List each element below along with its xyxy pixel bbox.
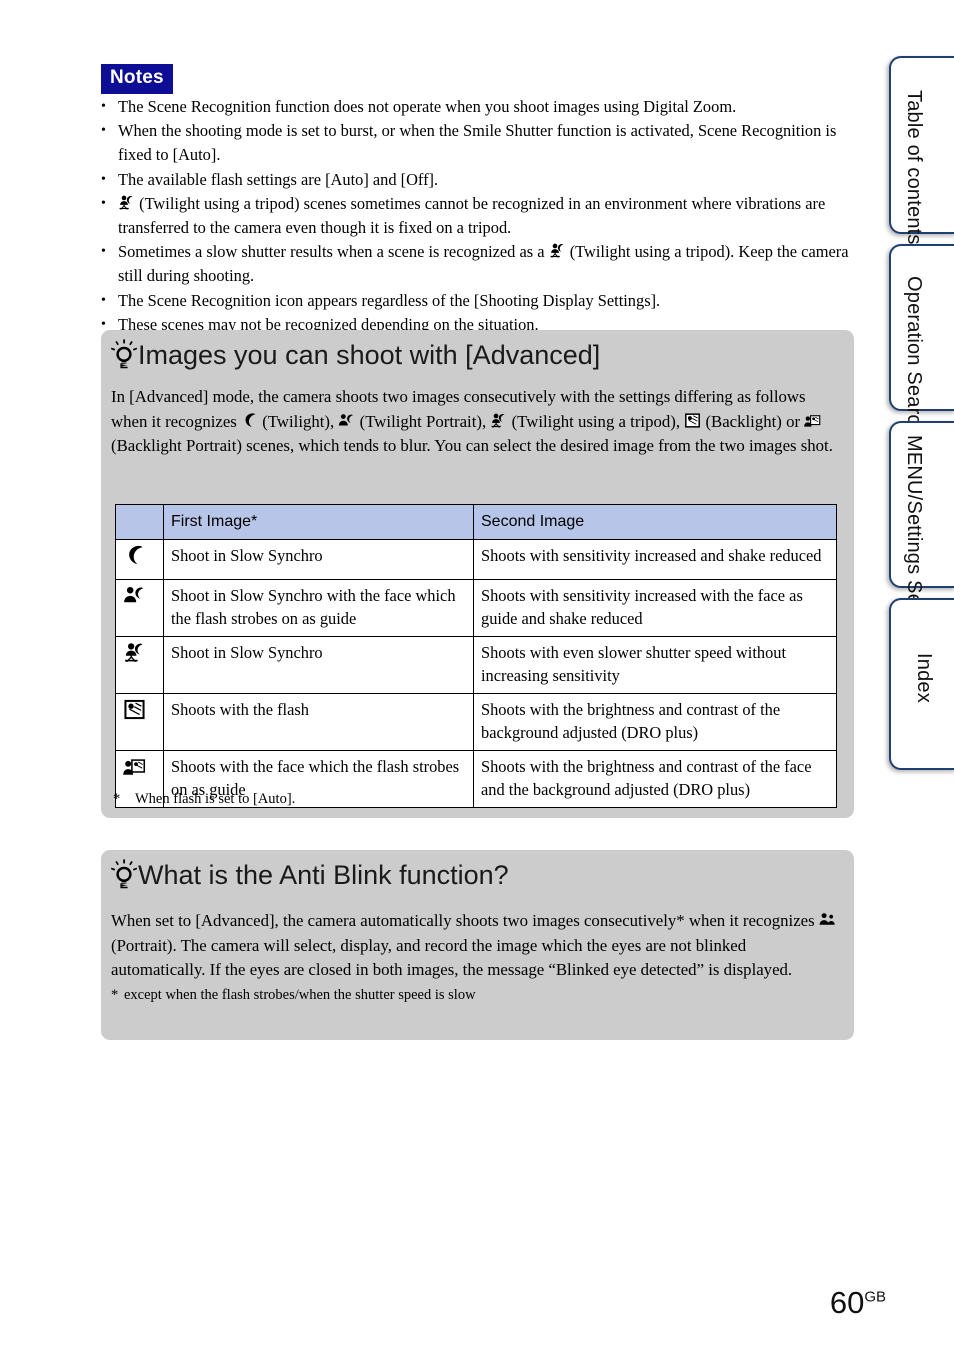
twilight-tripod-icon bbox=[490, 412, 507, 429]
label-backlight: (Backlight) or bbox=[705, 411, 801, 431]
list-item: • (Twilight using a tripod) scenes somet… bbox=[99, 192, 856, 240]
cell-first-image: Shoot in Slow Synchro bbox=[163, 635, 474, 694]
label-twilight-portrait: (Twilight Portrait), bbox=[359, 411, 487, 431]
portrait-icon bbox=[819, 911, 836, 928]
row-icon-cell bbox=[115, 578, 164, 637]
table-row: Shoots with the flash Shoots with the br… bbox=[115, 692, 837, 751]
backlight-portrait-icon bbox=[123, 755, 146, 778]
footnote-text: When flash is set to [Auto]. bbox=[135, 791, 296, 807]
document-page: Notes • The Scene Recognition function d… bbox=[0, 0, 954, 1372]
bullet-marker: • bbox=[101, 171, 106, 187]
label-twilight: (Twilight), bbox=[262, 411, 335, 431]
footnote-text: except when the flash strobes/when the s… bbox=[124, 986, 476, 1003]
twilight-icon bbox=[123, 544, 146, 567]
list-item: • Sometimes a slow shutter results when … bbox=[99, 240, 856, 288]
bullet-marker: • bbox=[101, 123, 106, 139]
twilight-portrait-icon bbox=[123, 584, 146, 607]
antiblink-info-panel: What is the Anti Blink function? When se… bbox=[101, 850, 854, 1040]
note-text: The available flash settings are [Auto] … bbox=[118, 169, 439, 189]
twilight-icon bbox=[241, 412, 258, 429]
list-item: • The Scene Recognition icon appears reg… bbox=[99, 289, 856, 313]
column-header-first-image: First Image* bbox=[163, 504, 474, 540]
notes-badge: Notes bbox=[101, 64, 173, 94]
list-item: • The Scene Recognition function does no… bbox=[99, 95, 856, 119]
row-icon-cell bbox=[115, 692, 164, 751]
backlight-portrait-icon bbox=[804, 412, 821, 429]
page-number-value: 60 bbox=[829, 1285, 865, 1320]
note-text: When the shooting mode is set to burst, … bbox=[118, 121, 837, 165]
table-header-row: First Image* Second Image bbox=[115, 504, 837, 540]
note-text: The Scene Recognition function does not … bbox=[118, 97, 737, 116]
bullet-marker: • bbox=[101, 292, 106, 308]
antiblink-footnote: * except when the flash strobes/when the … bbox=[111, 985, 836, 1006]
cell-second-image: Shoots with even slower shutter speed wi… bbox=[473, 635, 837, 694]
sidebar-item-menu-settings-search[interactable]: MENU/Settings Search bbox=[889, 421, 954, 645]
table-row: Shoot in Slow Synchro Shoots with sensit… bbox=[115, 539, 837, 580]
label-twilight-tripod: (Twilight using a tripod), bbox=[511, 411, 681, 431]
advanced-panel-heading-text: Images you can shoot with [Advanced] bbox=[138, 340, 601, 370]
cell-second-image: Shoots with sensitivity increased with t… bbox=[473, 578, 837, 637]
note-text: The Scene Recognition icon appears regar… bbox=[118, 290, 661, 310]
label-backlight-portrait: (Backlight Portrait) scenes, which tends… bbox=[111, 436, 431, 455]
list-item: • The available flash settings are [Auto… bbox=[99, 168, 856, 192]
column-header-icon bbox=[115, 504, 164, 540]
table-row: Shoot in Slow Synchro Shoots with even s… bbox=[115, 635, 837, 694]
advanced-panel-heading: Images you can shoot with [Advanced] bbox=[111, 338, 846, 372]
body-text-part2: You can select the desired image from th… bbox=[434, 436, 833, 455]
twilight-tripod-icon bbox=[549, 242, 566, 259]
twilight-tripod-icon bbox=[118, 194, 135, 211]
backlight-icon bbox=[684, 412, 701, 429]
table-row: Shoot in Slow Synchro with the face whic… bbox=[115, 578, 837, 637]
cell-first-image: Shoot in Slow Synchro with the face whic… bbox=[163, 578, 474, 637]
footnote-marker: * bbox=[113, 791, 121, 807]
cell-first-image: Shoots with the flash bbox=[163, 692, 474, 751]
note-text: Sometimes a slow shutter results when a … bbox=[118, 242, 545, 262]
row-icon-cell bbox=[115, 539, 164, 580]
label-portrait: (Portrait). The camera will select, disp… bbox=[111, 935, 793, 980]
cell-second-image: Shoots with sensitivity increased and sh… bbox=[473, 539, 837, 580]
sidebar-item-table-of-contents[interactable]: Table of contents bbox=[889, 56, 954, 245]
backlight-icon bbox=[123, 698, 146, 721]
tab-label: Index bbox=[913, 653, 935, 703]
footnote-marker: * bbox=[111, 986, 119, 1003]
tab-label: Operation Search bbox=[903, 276, 925, 436]
sidebar-item-index[interactable]: Index bbox=[889, 598, 954, 770]
antiblink-panel-heading: What is the Anti Blink function? bbox=[111, 858, 846, 892]
side-navigation-tabs: Table of contents Operation Search MENU/… bbox=[886, 0, 954, 1372]
bullet-marker: • bbox=[101, 99, 106, 114]
row-icon-cell bbox=[115, 635, 164, 694]
antiblink-panel-heading-text: What is the Anti Blink function? bbox=[138, 860, 509, 890]
page-number-suffix: GB bbox=[864, 1288, 886, 1306]
column-header-second-image: Second Image bbox=[473, 504, 837, 540]
lightbulb-icon bbox=[111, 339, 137, 369]
lightbulb-icon bbox=[111, 859, 137, 889]
list-item: • When the shooting mode is set to burst… bbox=[99, 119, 856, 167]
antiblink-panel-body: When set to [Advanced], the camera autom… bbox=[111, 909, 836, 1006]
advanced-panel-body: In [Advanced] mode, the camera shoots tw… bbox=[111, 385, 833, 459]
page-number: 60GB bbox=[830, 1286, 886, 1320]
body-text-part1: When set to [Advanced], the camera autom… bbox=[111, 911, 815, 930]
tab-label: Table of contents bbox=[903, 90, 925, 245]
bullet-marker: • bbox=[101, 244, 106, 260]
cell-first-image: Shoot in Slow Synchro bbox=[163, 539, 474, 580]
note-text: (Twilight using a tripod) scenes sometim… bbox=[118, 193, 826, 238]
twilight-tripod-icon bbox=[123, 641, 146, 664]
cell-second-image: Shoots with the brightness and contrast … bbox=[473, 692, 837, 751]
advanced-modes-table: First Image* Second Image Shoot in Slow … bbox=[115, 504, 837, 808]
twilight-portrait-icon bbox=[338, 412, 355, 429]
advanced-table-footnote: * When flash is set to [Auto]. bbox=[113, 789, 813, 810]
notes-list: • The Scene Recognition function does no… bbox=[99, 95, 856, 337]
bullet-marker: • bbox=[101, 195, 106, 211]
sidebar-item-operation-search[interactable]: Operation Search bbox=[889, 244, 954, 436]
